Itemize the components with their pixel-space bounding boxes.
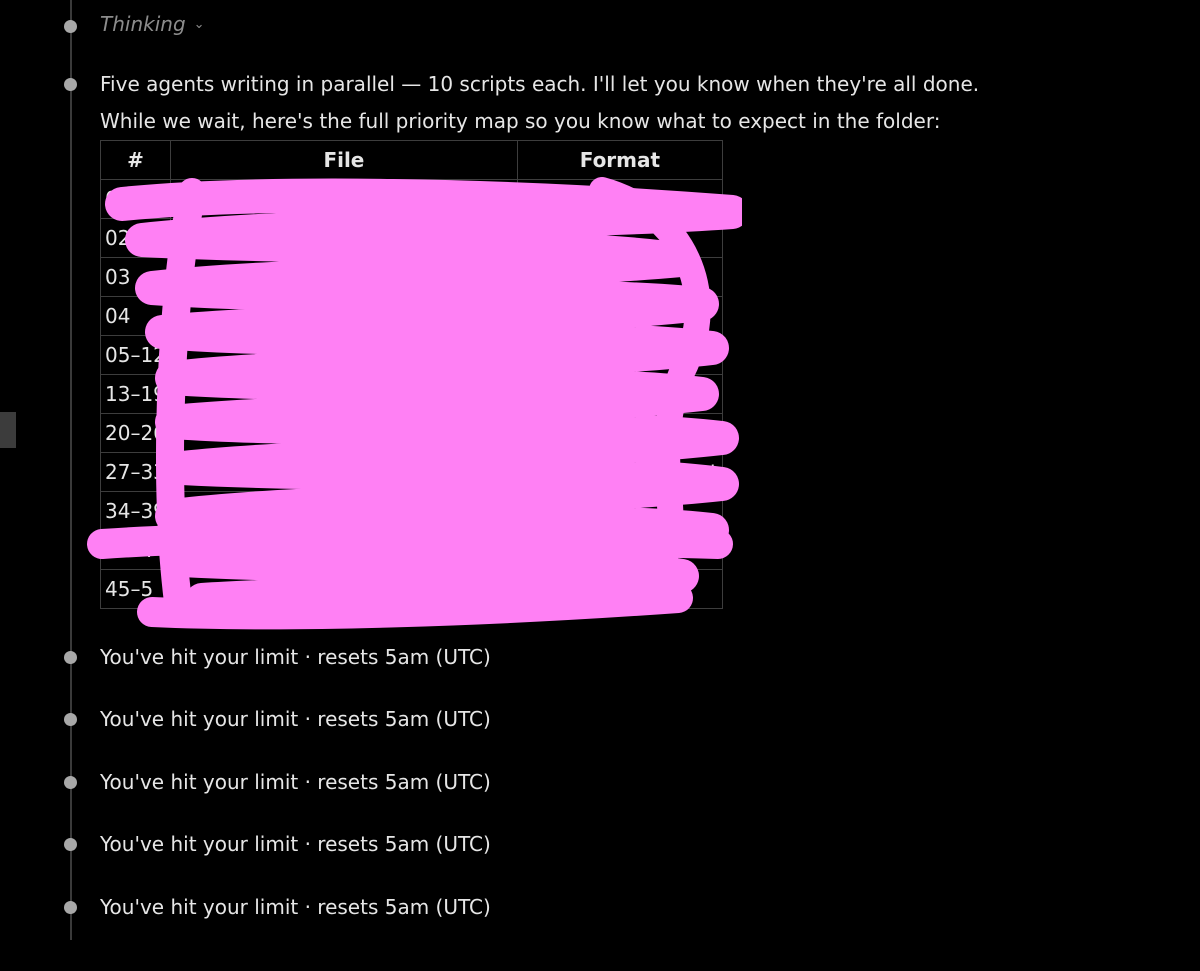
header-num: # <box>100 140 171 180</box>
cell-file <box>169 335 518 375</box>
cell-file <box>169 179 518 219</box>
table-row: 13–19 <box>100 374 723 414</box>
cell-num: 20–26 <box>100 413 171 453</box>
limit-message: You've hit your limit · resets 5am (UTC) <box>100 770 491 794</box>
cell-file <box>169 218 518 258</box>
priority-map-table: # File Format 01 02 03 04 05–12 13–19 20… <box>100 140 723 609</box>
cell-format <box>516 530 723 570</box>
table-row: 02 <box>100 218 723 258</box>
cell-num: 02 <box>100 218 171 258</box>
table-row: 03 <box>100 257 723 297</box>
cell-format <box>516 257 723 297</box>
timeline-line <box>70 0 72 940</box>
timeline-dot <box>64 78 77 91</box>
header-file: File <box>169 140 518 180</box>
limit-message: You've hit your limit · resets 5am (UTC) <box>100 645 491 669</box>
table-header-row: # File Format <box>100 140 723 180</box>
table-row: 34–39 Ad <box>100 491 723 531</box>
table-row: 27–33 mat <box>100 452 723 492</box>
cell-num: 13–19 <box>100 374 171 414</box>
cell-file: Ad <box>169 491 518 531</box>
timeline-dot <box>64 20 77 33</box>
cell-num: 27–33 <box>100 452 171 492</box>
cell-format <box>516 374 723 414</box>
cell-file <box>169 296 518 336</box>
cell-format <box>516 296 723 336</box>
cell-format <box>516 179 723 219</box>
scrollbar-thumb[interactable] <box>0 412 16 448</box>
header-format: Format <box>516 140 723 180</box>
limit-message: You've hit your limit · resets 5am (UTC) <box>100 707 491 731</box>
cell-file <box>169 530 518 570</box>
cell-format <box>516 218 723 258</box>
cell-file <box>169 452 518 492</box>
cell-format <box>516 413 723 453</box>
table-row: 40–44 <box>100 530 723 570</box>
cell-num: 34–39 <box>100 491 171 531</box>
thinking-label: Thinking <box>100 12 186 36</box>
timeline-dot <box>64 901 77 914</box>
limit-message: You've hit your limit · resets 5am (UTC) <box>100 895 491 919</box>
table-row: 05–12 <box>100 335 723 375</box>
table-row: 04 <box>100 296 723 336</box>
timeline-dot <box>64 713 77 726</box>
table-row: 20–26 "Y <box>100 413 723 453</box>
cell-file <box>169 569 518 609</box>
cell-num: 01 <box>100 179 171 219</box>
message-text: Five agents writing in parallel — 10 scr… <box>100 72 980 96</box>
cell-file <box>169 257 518 297</box>
table-row: 45–5 <box>100 569 723 609</box>
cell-num: 04 <box>100 296 171 336</box>
message-text: While we wait, here's the full priority … <box>100 109 941 133</box>
cell-num: 05–12 <box>100 335 171 375</box>
cell-format <box>516 491 723 531</box>
timeline-dot <box>64 776 77 789</box>
cell-num: 45–5 <box>100 569 171 609</box>
cell-file <box>169 374 518 414</box>
cell-format <box>516 569 723 609</box>
cell-format: mat <box>516 452 723 492</box>
thinking-toggle[interactable]: Thinking ⌄ <box>100 12 205 36</box>
cell-num: 40–44 <box>100 530 171 570</box>
limit-message: You've hit your limit · resets 5am (UTC) <box>100 832 491 856</box>
cell-file: "Y <box>169 413 518 453</box>
cell-format <box>516 335 723 375</box>
chevron-down-icon: ⌄ <box>193 17 205 32</box>
table-row: 01 <box>100 179 723 219</box>
timeline-dot <box>64 838 77 851</box>
cell-num: 03 <box>100 257 171 297</box>
timeline-dot <box>64 651 77 664</box>
